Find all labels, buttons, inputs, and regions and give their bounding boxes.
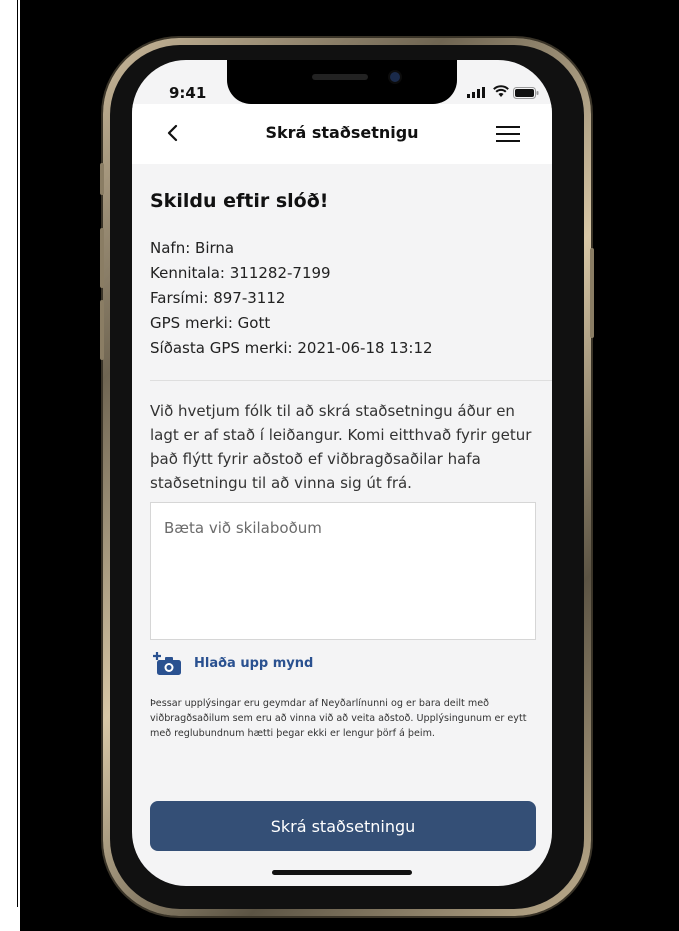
earpiece-speaker: [312, 74, 368, 80]
left-white-margin: [0, 0, 20, 907]
register-location-button[interactable]: Skrá staðsetningu: [150, 801, 536, 851]
message-input[interactable]: Bæta við skilaboðum: [150, 502, 536, 640]
volume-up-button: [100, 228, 104, 288]
volume-down-button: [100, 300, 104, 360]
navbar: Skrá staðsetnigu: [132, 104, 552, 164]
info-name: Nafn: Birna: [150, 239, 235, 257]
hamburger-menu-icon[interactable]: [496, 124, 520, 144]
power-button: [590, 248, 594, 338]
notch: [227, 60, 457, 104]
message-placeholder: Bæta við skilaboðum: [164, 519, 322, 537]
upload-label: Hlaða upp mynd: [194, 656, 314, 671]
info-gps-signal: GPS merki: Gott: [150, 314, 271, 332]
info-phone: Farsími: 897-3112: [150, 289, 286, 307]
info-last-gps: Síðasta GPS merki: 2021-06-18 13:12: [150, 339, 433, 357]
info-paragraph: Við hvetjum fólk til að skrá staðsetning…: [150, 402, 532, 492]
battery-icon: [513, 87, 539, 99]
mute-switch: [100, 163, 104, 195]
wifi-icon: [493, 85, 509, 97]
phone-screen: 9:41 Skrá staðsetnigu Skildu eftir slóð!…: [132, 60, 552, 886]
status-time: 9:41: [169, 84, 207, 102]
divider: [150, 380, 552, 381]
front-camera: [390, 72, 400, 82]
cellular-signal-icon: [467, 87, 485, 98]
privacy-disclaimer: Þessar upplýsingar eru geymdar af Neyðar…: [150, 698, 527, 739]
info-kennitala: Kennitala: 311282-7199: [150, 264, 331, 282]
page-title: Skrá staðsetnigu: [265, 123, 419, 142]
home-indicator: [272, 870, 412, 875]
camera-plus-icon: [153, 652, 181, 675]
bottom-white-margin: [0, 907, 20, 931]
section-heading: Skildu eftir slóð!: [150, 190, 329, 212]
